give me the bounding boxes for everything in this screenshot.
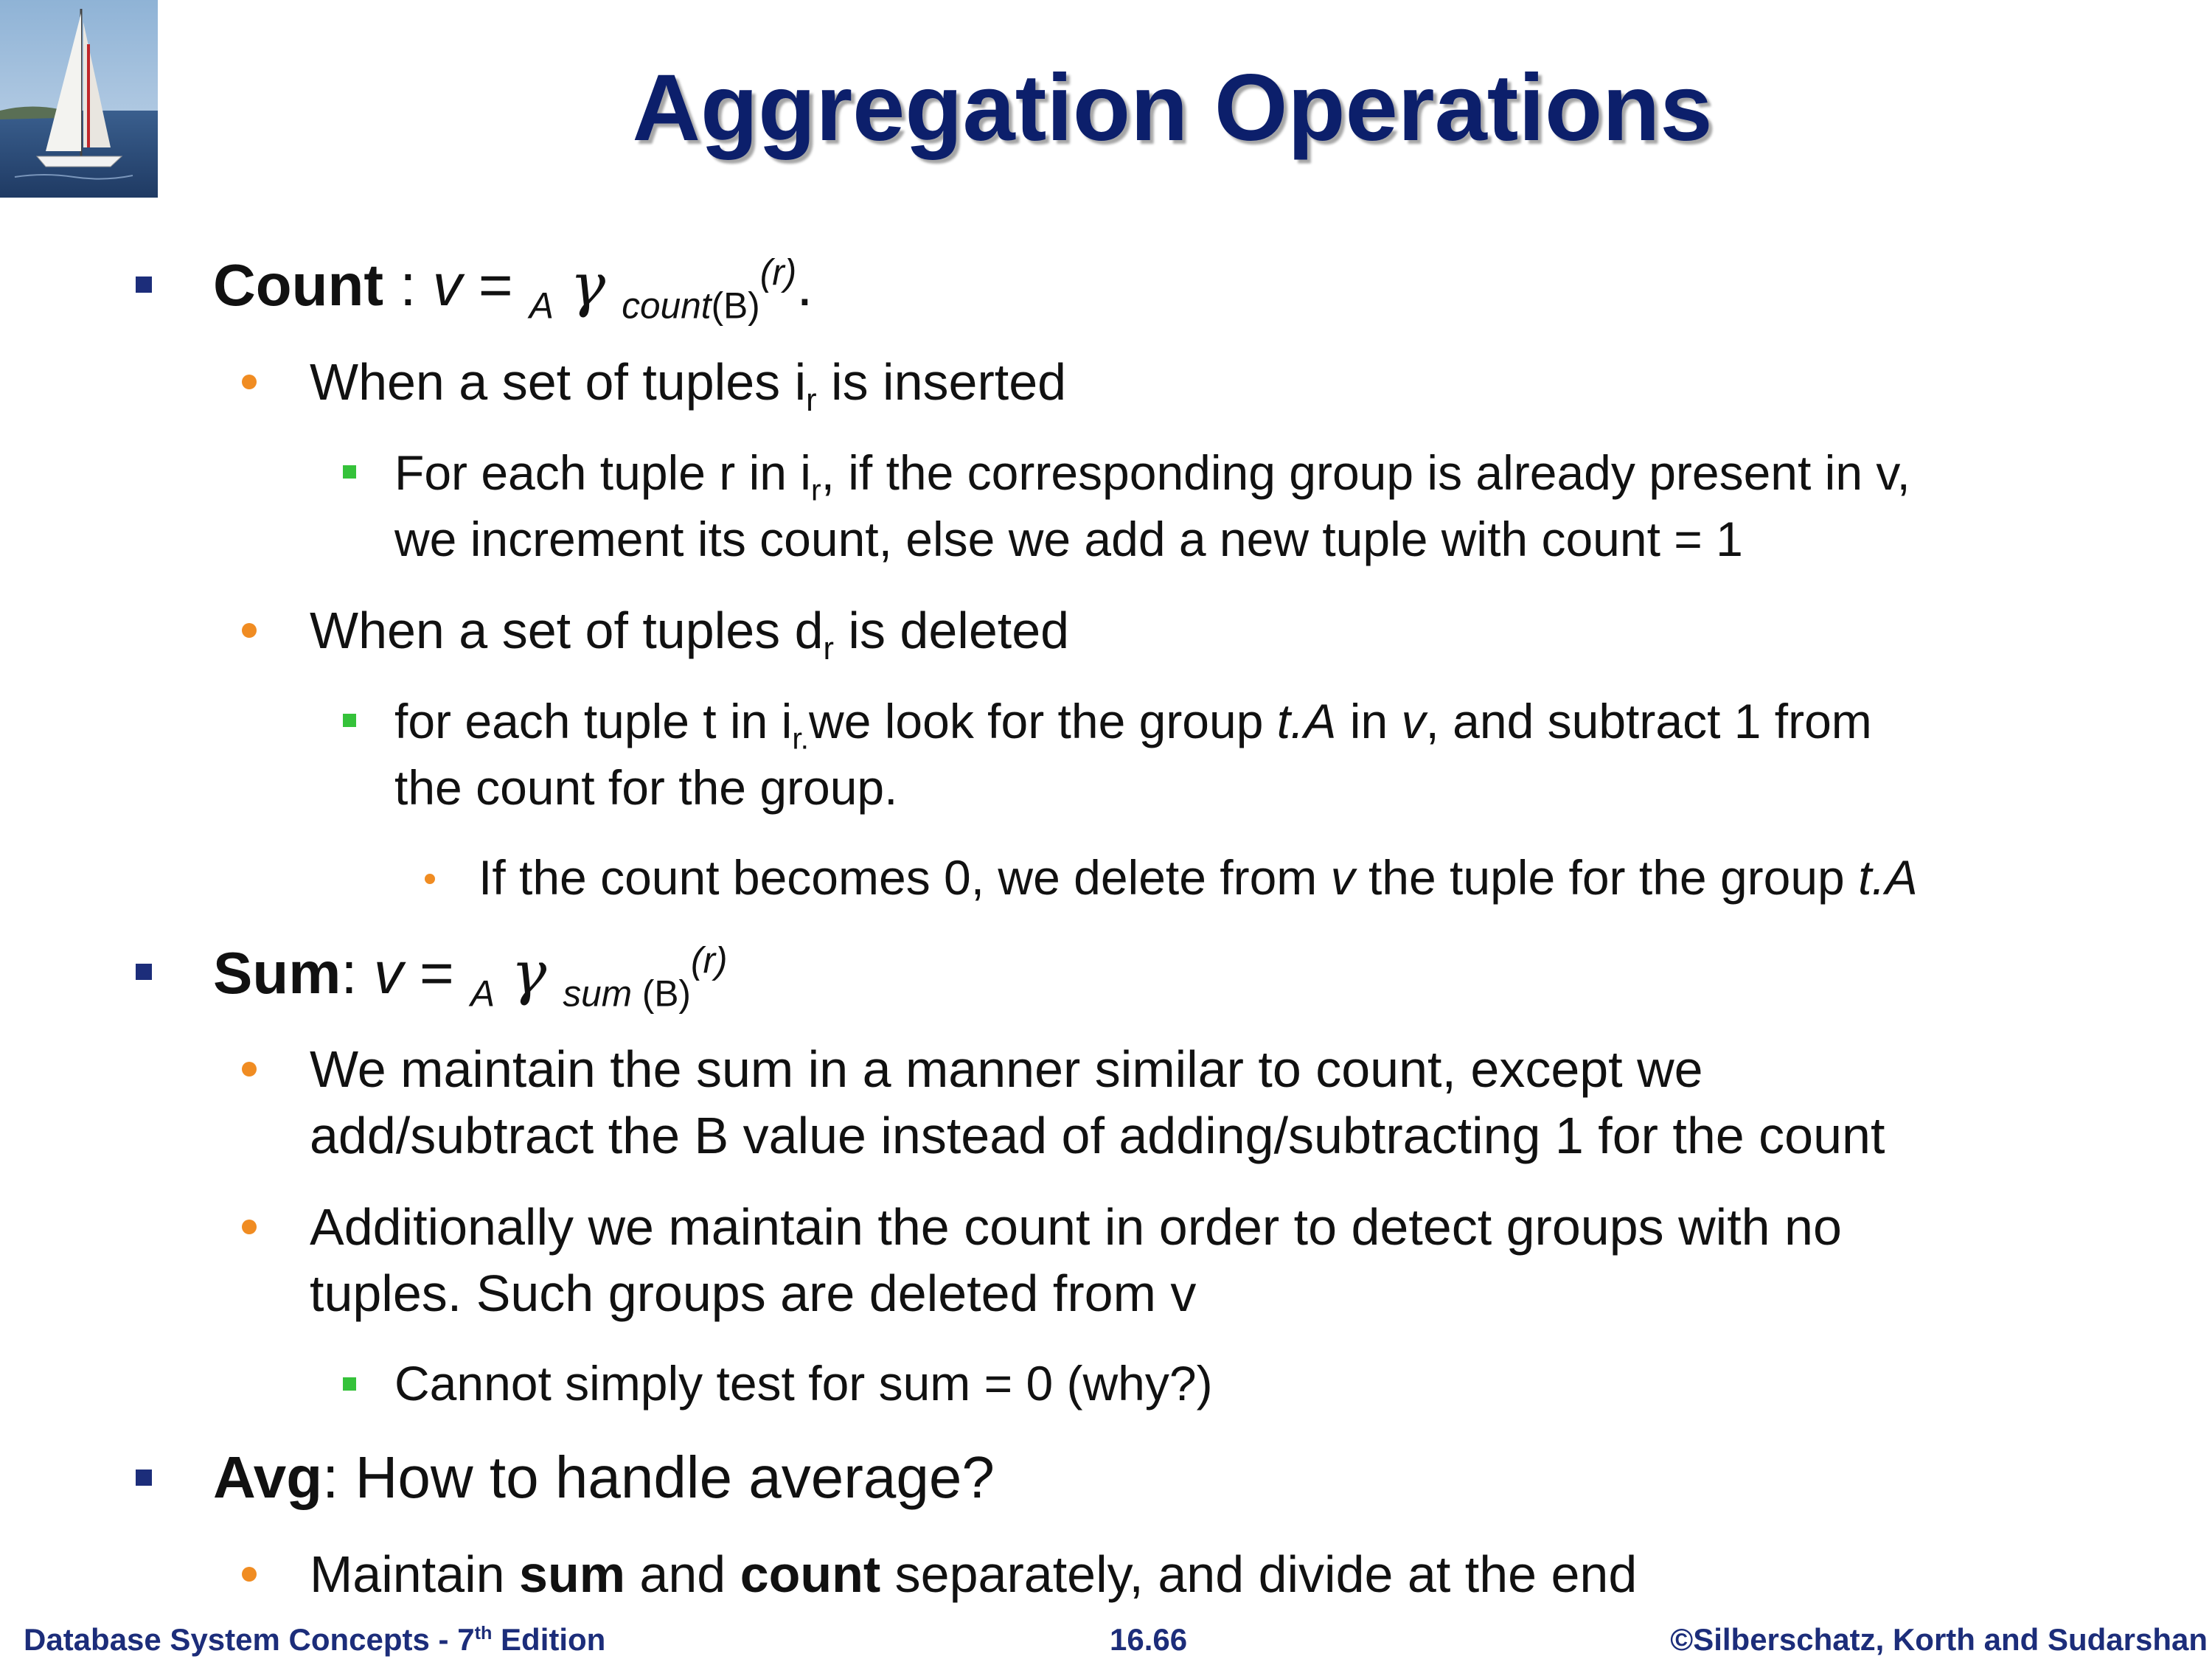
sum-point2-line1: Additionally we maintain the count in or… [310,1198,1842,1256]
bullet-square-green-icon [343,1377,356,1391]
count-insert-item: When a set of tuples ir is inserted [310,353,1067,419]
bullet-square-icon [136,964,152,980]
footer-book-title: Database System Concepts - 7th Edition [24,1622,606,1657]
sum-point2-line2: tuples. Such groups are deleted from v [310,1265,1197,1322]
count-zero-note: If the count becomes 0, we delete from v… [479,850,1918,905]
bullet-dot-icon [242,1220,257,1234]
sum-point1-line1: We maintain the sum in a manner similar … [310,1040,1703,1098]
slide-title: Aggregation Operations [632,55,1713,161]
count-insert-detail-line1: For each tuple r in ir, if the correspon… [394,445,1910,507]
count-delete-item: When a set of tuples dr is deleted [310,602,1070,667]
count-delete-detail-line1: for each tuple t in ir.we look for the g… [394,694,1872,756]
bullet-square-icon [136,276,152,293]
count-heading: Count : v = A γ count(B)(r). [213,251,813,327]
bullet-dot-icon [242,1567,257,1582]
footer-page-number: 16.66 [1110,1622,1188,1657]
bullet-dot-icon [242,1062,257,1077]
count-insert-detail-line2: we increment its count, else we add a ne… [394,512,1743,566]
avg-heading: Avg: How to handle average? [213,1444,995,1510]
bullet-square-green-icon [343,465,356,479]
avg-point: Maintain sum and count separately, and d… [310,1545,1638,1603]
bullet-dot-icon [242,375,257,389]
sum-zero-note: Cannot simply test for sum = 0 (why?) [394,1356,1213,1411]
bullet-dot-icon [242,623,257,638]
bullet-dot-small-icon [425,874,435,884]
footer-copyright: ©Silberschatz, Korth and Sudarshan [1670,1622,2208,1657]
bullet-square-icon [136,1470,152,1486]
sum-heading: Sum: v = A γ sum (B)(r) [213,939,728,1015]
count-delete-detail-line2: the count for the group. [394,760,898,815]
sum-point1-line2: add/subtract the B value instead of addi… [310,1107,1885,1164]
bullet-square-green-icon [343,714,356,727]
